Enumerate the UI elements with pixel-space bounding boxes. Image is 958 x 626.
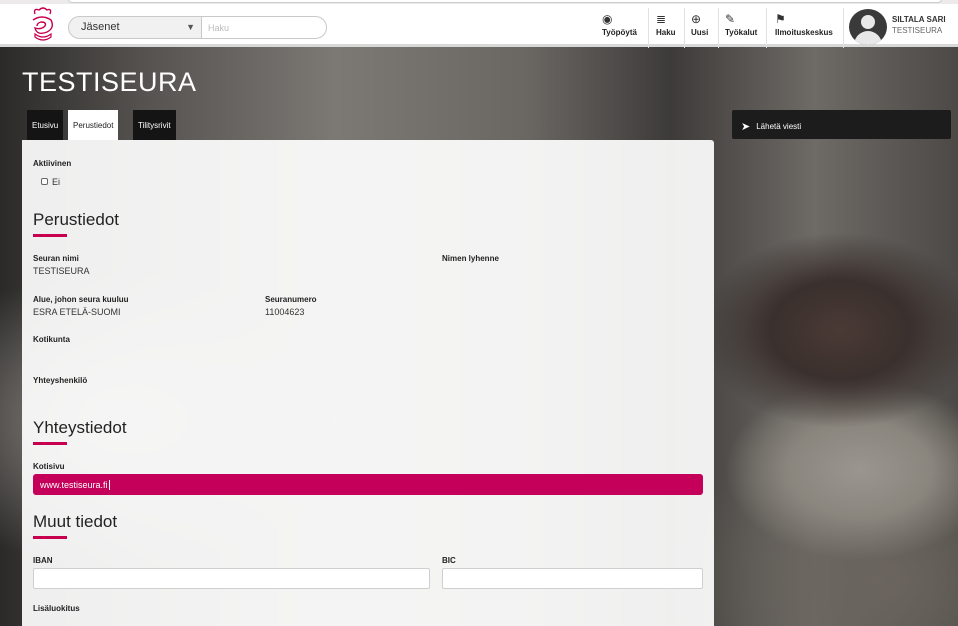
contact-person-label: Yhteyshenkilö xyxy=(33,376,88,385)
nav-tools[interactable]: ✎ Työkalut xyxy=(725,12,757,37)
municipality-label: Kotikunta xyxy=(33,335,70,344)
paper-plane-icon: ➤ xyxy=(741,121,751,133)
database-icon: ≣ xyxy=(656,12,667,26)
club-number-label: Seuranumero xyxy=(265,295,317,304)
send-message-label: Lähetä viesti xyxy=(756,122,802,131)
bic-input[interactable] xyxy=(442,568,703,589)
nav-dashboard[interactable]: ◉ Työpöytä xyxy=(602,12,637,37)
wrench-icon: ✎ xyxy=(725,12,736,26)
send-message-button[interactable]: ➤ Lähetä viesti xyxy=(732,110,951,139)
nav-new[interactable]: ⊕ Uusi xyxy=(691,12,708,37)
nav-tools-label: Työkalut xyxy=(725,28,758,37)
dashboard-icon: ◉ xyxy=(602,12,613,26)
section-underline xyxy=(33,442,67,445)
active-checkbox[interactable] xyxy=(41,178,48,185)
iban-input[interactable] xyxy=(33,568,430,589)
extra-classification-label: Lisäluokitus xyxy=(33,604,80,613)
club-name-label: Seuran nimi xyxy=(33,254,79,263)
nav-dashboard-label: Työpöytä xyxy=(602,28,637,37)
avatar-body xyxy=(854,31,882,45)
caret-down-icon: ▼ xyxy=(186,22,195,32)
tab-etusivu[interactable]: Etusivu xyxy=(27,110,64,140)
region-label: Alue, johon seura kuuluu xyxy=(33,295,129,304)
nav-divider xyxy=(843,8,844,48)
section-select-value: Jäsenet xyxy=(81,21,120,33)
nav-divider xyxy=(718,8,719,48)
section-title-basic: Perustiedot xyxy=(33,210,119,229)
active-label: Aktiivinen xyxy=(33,159,72,168)
nav-divider xyxy=(648,8,649,48)
page-title: TESTISEURA xyxy=(22,67,197,97)
plus-circle-icon: ⊕ xyxy=(691,12,702,26)
flag-icon: ⚑ xyxy=(775,12,786,26)
abbreviation-label: Nimen lyhenne xyxy=(442,254,499,263)
section-select[interactable]: Jäsenet ▼ xyxy=(68,16,202,39)
user-organization: TESTISEURA xyxy=(892,26,943,35)
club-name-value: TESTISEURA xyxy=(33,266,90,276)
section-underline xyxy=(33,536,67,539)
logo-icon[interactable] xyxy=(27,6,57,44)
homepage-value: www.testiseura.fi xyxy=(40,480,108,490)
tab-perustiedot[interactable]: Perustiedot xyxy=(68,110,119,140)
club-details-panel: Aktiivinen Ei Perustiedot Seuran nimi TE… xyxy=(22,140,714,626)
region-value: ESRA ETELÄ-SUOMI xyxy=(33,307,121,317)
tab-tilitysrivit[interactable]: Tilitysrivit xyxy=(133,110,176,140)
club-number-value: 11004623 xyxy=(265,307,305,317)
nav-notifications[interactable]: ⚑ Ilmoituskeskus xyxy=(775,12,833,37)
nav-search-label: Haku xyxy=(656,28,676,37)
section-underline xyxy=(33,234,67,237)
avatar[interactable] xyxy=(849,9,887,45)
nav-search[interactable]: ≣ Haku xyxy=(656,12,676,37)
homepage-label: Kotisivu xyxy=(33,462,65,471)
avatar-head xyxy=(861,15,875,29)
user-name[interactable]: SILTALA SARI xyxy=(892,15,946,24)
text-cursor xyxy=(108,480,110,490)
nav-divider xyxy=(684,8,685,48)
nav-new-label: Uusi xyxy=(691,28,709,37)
homepage-input[interactable]: www.testiseura.fi xyxy=(33,474,703,495)
bic-label: BIC xyxy=(442,556,456,565)
address-bar-edge xyxy=(68,0,942,3)
active-value: Ei xyxy=(52,177,61,187)
top-navigation-bar: Jäsenet ▼ Haku ◉ Työpöytä ≣ Haku ⊕ Uusi … xyxy=(0,4,958,48)
search-placeholder: Haku xyxy=(208,23,230,33)
nav-divider xyxy=(766,8,767,48)
nav-notifications-label: Ilmoituskeskus xyxy=(775,28,833,37)
iban-label: IBAN xyxy=(33,556,53,565)
section-title-other: Muut tiedot xyxy=(33,512,118,531)
section-title-contact: Yhteystiedot xyxy=(33,418,127,437)
search-input[interactable]: Haku xyxy=(201,16,327,39)
